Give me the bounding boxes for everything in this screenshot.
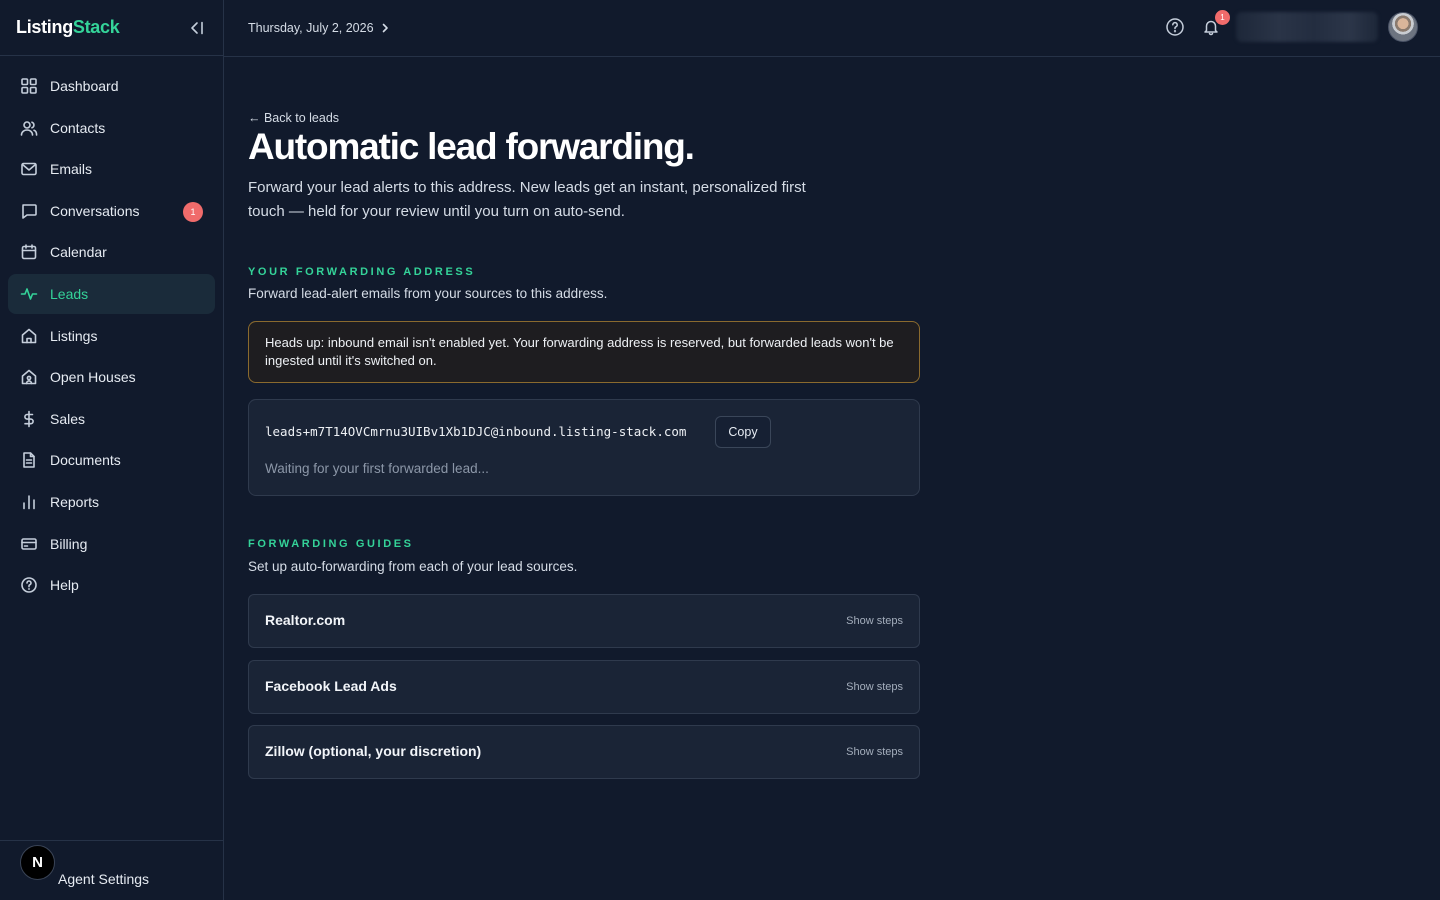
user-avatar[interactable] [1388,12,1418,42]
forwarding-address-card: leads+m7T14OVCmrnu3UIBv1Xb1DJC@inbound.l… [248,399,920,496]
document-icon [20,451,38,469]
sidebar-item-contacts[interactable]: Contacts [8,108,215,148]
copy-button[interactable]: Copy [715,416,771,448]
forwarding-address-heading: YOUR FORWARDING ADDRESS [248,266,476,278]
show-steps-toggle[interactable]: Show steps [846,681,903,693]
sidebar-item-reports[interactable]: Reports [8,482,215,522]
sidebar-item-label: Open Houses [50,369,136,386]
sidebar-item-dashboard[interactable]: Dashboard [8,66,215,106]
sidebar-item-listings[interactable]: Listings [8,316,215,356]
credit-card-icon [20,535,38,553]
sidebar-item-label: Calendar [50,244,107,261]
guide-zillow[interactable]: Zillow (optional, your discretion) Show … [248,725,920,779]
waiting-status: Waiting for your first forwarded lead... [265,461,489,476]
sidebar-item-open-houses[interactable]: Open Houses [8,357,215,397]
sidebar-item-label: Contacts [50,119,106,136]
guide-name: Realtor.com [265,612,346,628]
sidebar-item-label: Conversations [50,202,140,219]
sidebar-item-label: Leads [50,285,89,302]
guide-name: Facebook Lead Ads [265,678,397,694]
sidebar-item-label: Listings [50,327,98,344]
chevron-right-icon [382,23,388,33]
grid-icon [20,77,38,95]
collapse-sidebar-icon[interactable] [187,18,207,38]
users-icon [20,119,38,137]
sidebar: ListingStack Dashboard Contacts Emails C… [0,0,224,900]
guide-name: Zillow (optional, your discretion) [265,743,482,759]
sidebar-item-label: Documents [50,452,121,469]
sidebar-item-calendar[interactable]: Calendar [8,232,215,272]
sidebar-item-emails[interactable]: Emails [8,149,215,189]
topbar: Thursday, July 2, 2026 1 [224,0,1440,57]
open-house-icon [20,368,38,386]
page-description: Forward your lead alerts to this address… [248,179,806,220]
sidebar-item-help[interactable]: Help [8,565,215,605]
calendar-icon [20,243,38,261]
sidebar-item-label: Emails [50,161,93,178]
conversations-badge: 1 [183,201,203,222]
dollar-icon [20,410,38,428]
guide-realtor[interactable]: Realtor.com Show steps [248,594,920,648]
forwarding-address-subtitle: Forward lead-alert emails from your sour… [248,286,608,301]
agent-settings[interactable]: N Agent Settings [0,840,223,900]
activity-icon [20,285,38,303]
sidebar-header: ListingStack [0,0,223,56]
sidebar-item-conversations[interactable]: Conversations 1 [8,191,215,231]
sidebar-item-documents[interactable]: Documents [8,440,215,480]
back-to-leads-link[interactable]: ← Back to leads [248,111,339,125]
forwarding-guides-subtitle: Set up auto-forwarding from each of your… [248,559,578,574]
brand-logo[interactable]: ListingStack [16,17,120,38]
guide-facebook[interactable]: Facebook Lead Ads Show steps [248,660,920,714]
sidebar-item-label: Help [50,577,79,594]
chat-icon [20,202,38,220]
sidebar-item-leads[interactable]: Leads [8,273,215,314]
sidebar-nav: Dashboard Contacts Emails Conversations … [0,56,223,617]
sidebar-item-billing[interactable]: Billing [8,524,215,564]
inbound-warning-banner: Heads up: inbound email isn't enabled ye… [248,321,920,383]
help-icon[interactable] [1164,16,1186,38]
sidebar-item-sales[interactable]: Sales [8,399,215,439]
show-steps-toggle[interactable]: Show steps [846,615,903,627]
home-icon [20,327,38,345]
show-steps-toggle[interactable]: Show steps [846,746,903,758]
help-circle-icon [20,576,38,594]
forwarding-address[interactable]: leads+m7T14OVCmrnu3UIBv1Xb1DJC@inbound.l… [265,424,686,439]
brand-name-part2: Stack [72,17,120,37]
brand-name-part1: Listing [16,17,73,37]
avatar[interactable]: N [20,845,55,880]
sidebar-item-label: Sales [50,410,86,427]
page-title: Automatic lead forwarding. [248,126,695,167]
user-name-redacted[interactable] [1236,12,1378,42]
forwarding-guides-heading: FORWARDING GUIDES [248,538,414,550]
sidebar-item-label: Reports [50,493,100,510]
mail-icon [20,160,38,178]
date-selector[interactable]: Thursday, July 2, 2026 [248,21,390,35]
topbar-actions: 1 [1164,10,1418,42]
sidebar-item-label: Billing [50,535,88,552]
sidebar-item-label: Dashboard [50,78,119,94]
bar-chart-icon [20,493,38,511]
notification-badge: 1 [1215,10,1230,25]
bell-icon[interactable]: 1 [1200,10,1230,38]
current-date: Thursday, July 2, 2026 [248,21,374,35]
agent-settings-label: Agent Settings [58,870,150,887]
